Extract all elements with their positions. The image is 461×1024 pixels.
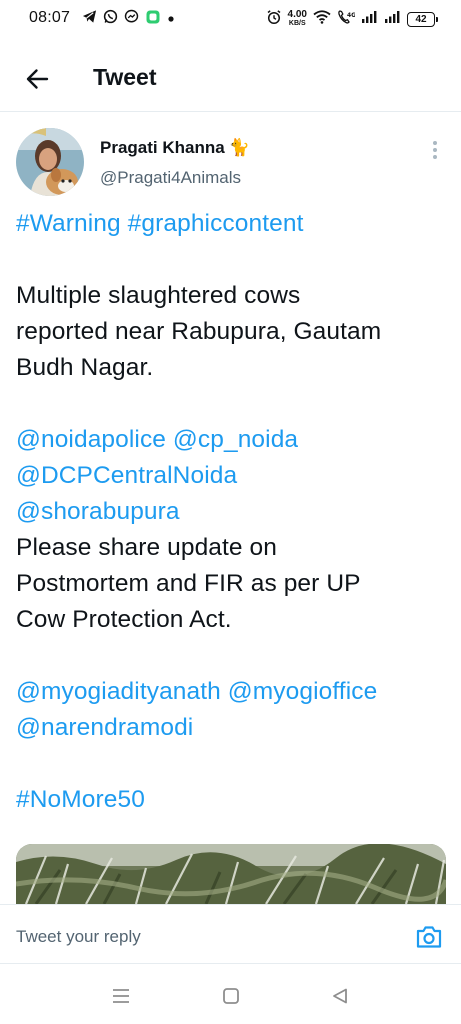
arrow-left-icon <box>26 69 49 89</box>
tweet-text: #Warning #graphiccontent Multiple slaught… <box>16 206 451 818</box>
tweet-text-segment: Please share update on <box>16 534 278 561</box>
tweet-text-line: @shorabupura <box>16 494 451 530</box>
tweet-link[interactable]: @myogiadityanath @myogioffice <box>16 678 377 705</box>
tweet-link[interactable]: @shorabupura <box>16 498 180 525</box>
tweet-text-line: Budh Nagar. <box>16 350 451 386</box>
author-handle[interactable]: @Pragati4Animals <box>100 168 241 188</box>
tweet-text-line: Please share update on <box>16 530 451 566</box>
dot-icon <box>167 10 175 28</box>
tweet-link[interactable]: #Warning #graphiccontent <box>16 210 304 237</box>
network-speed-unit: KB/S <box>288 20 306 27</box>
tweet-text-blank-line <box>16 746 451 782</box>
camera-button[interactable] <box>413 922 445 952</box>
svg-text:4G: 4G <box>347 12 355 19</box>
back-button[interactable] <box>20 62 54 96</box>
network-speed: 4.00 KB/S <box>288 10 307 28</box>
tweet-text-line: Postmortem and FIR as per UP <box>16 566 451 602</box>
tweet-text-line: @myogiadityanath @myogioffice <box>16 674 451 710</box>
system-nav-bar <box>0 964 461 1024</box>
cat-emoji: 🐈 <box>228 138 250 157</box>
author-name[interactable]: Pragati Khanna <box>100 138 225 158</box>
author-name-row[interactable]: Pragati Khanna 🐈 <box>100 138 250 158</box>
tweet-text-line: #Warning #graphiccontent <box>16 206 451 242</box>
tweet-text-line: Multiple slaughtered cows <box>16 278 451 314</box>
tweet-text-blank-line <box>16 638 451 674</box>
tweet-text-blank-line <box>16 242 451 278</box>
tweet-media[interactable] <box>16 844 446 904</box>
network-speed-value: 4.00 <box>287 9 307 20</box>
system-icons: 4.00 KB/S 4G 42 <box>266 8 438 30</box>
back-triangle-icon <box>333 988 347 1004</box>
tweet-text-segment: Cow Protection Act. <box>16 606 232 633</box>
tweet-link[interactable]: @noidapolice @cp_noida <box>16 426 298 453</box>
tweet-text-segment: Postmortem and FIR as per UP <box>16 570 361 597</box>
tweet-text-segment: reported near Rabupura, Gautam <box>16 318 382 345</box>
status-time: 08:07 <box>29 9 71 26</box>
menu-icon <box>113 989 129 1003</box>
wifi-icon <box>313 9 331 29</box>
signal-icon <box>361 10 378 29</box>
status-bar: 08:07 4.00 KB/S 4G 42 <box>0 0 461 40</box>
home-square-icon <box>223 988 239 1004</box>
signal-icon <box>384 10 401 29</box>
recent-apps-button[interactable] <box>109 984 133 1008</box>
tweet-text-line: reported near Rabupura, Gautam <box>16 314 451 350</box>
camera-icon <box>416 926 442 948</box>
notification-icons <box>82 8 175 30</box>
messenger-icon <box>124 9 139 29</box>
reply-input[interactable]: Tweet your reply <box>16 927 141 947</box>
more-vertical-icon <box>433 141 437 159</box>
app-icon <box>145 9 161 30</box>
tweet-text-segment: Multiple slaughtered cows <box>16 282 301 309</box>
tweet-link[interactable]: @narendramodi <box>16 714 193 741</box>
avatar[interactable] <box>16 128 84 196</box>
alarm-icon <box>266 9 282 30</box>
top-app-bar: Tweet <box>0 42 461 112</box>
telegram-icon <box>82 9 97 29</box>
whatsapp-icon <box>103 9 118 29</box>
more-options-button[interactable] <box>426 138 444 162</box>
back-nav-button[interactable] <box>328 984 352 1008</box>
tweet-text-line: @DCPCentralNoida <box>16 458 451 494</box>
volte-icon: 4G <box>337 9 356 30</box>
battery-icon: 42 <box>407 11 438 27</box>
tweet-text-segment: Budh Nagar. <box>16 354 154 381</box>
reply-bar: Tweet your reply <box>0 904 461 964</box>
tweet-text-blank-line <box>16 386 451 422</box>
tweet-link[interactable]: #NoMore50 <box>16 786 145 813</box>
tweet-link[interactable]: @DCPCentralNoida <box>16 462 237 489</box>
page-title: Tweet <box>93 64 157 90</box>
home-button[interactable] <box>219 984 243 1008</box>
tweet-text-line: Cow Protection Act. <box>16 602 451 638</box>
tweet-text-line: @narendramodi <box>16 710 451 746</box>
tweet-text-line: #NoMore50 <box>16 782 451 818</box>
battery-level: 42 <box>415 13 427 25</box>
tweet-text-line: @noidapolice @cp_noida <box>16 422 451 458</box>
